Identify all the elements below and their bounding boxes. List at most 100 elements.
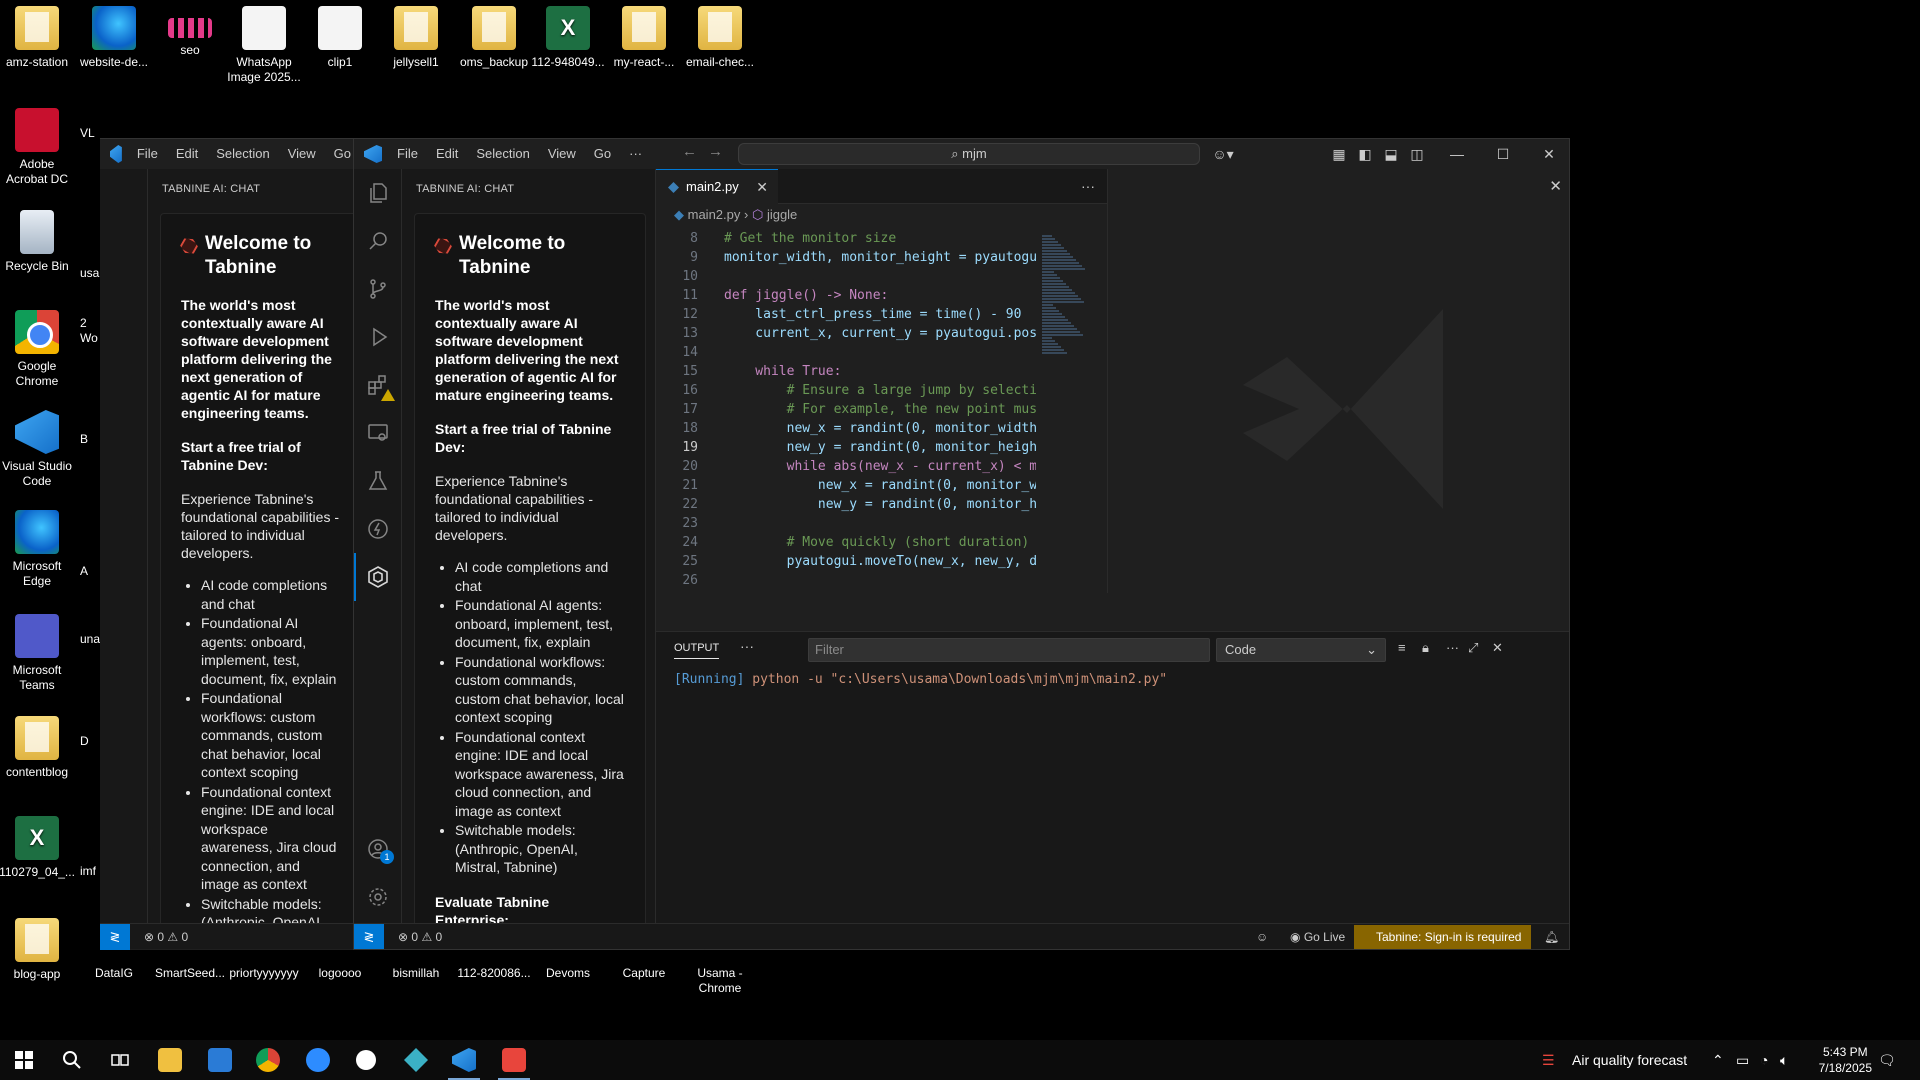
tabnine-status[interactable]: Tabnine: Sign-in is required xyxy=(1354,925,1532,949)
menu-view[interactable]: View xyxy=(539,139,585,169)
forward-arrow-icon[interactable]: → xyxy=(708,143,723,160)
menu-selection[interactable]: Selection xyxy=(467,139,538,169)
start-button[interactable] xyxy=(0,1040,48,1080)
breadcrumb-file[interactable]: main2.py xyxy=(688,207,741,222)
desktop-icon[interactable]: 110279_04_... xyxy=(0,816,75,880)
anydesk-taskbar-icon[interactable] xyxy=(490,1040,538,1080)
network-icon[interactable]: ◔ xyxy=(1760,1040,1768,1080)
code-line[interactable]: 17 # For example, the new point must xyxy=(656,400,1036,419)
accounts-icon[interactable]: 1 xyxy=(366,837,394,864)
air-quality-icon[interactable]: ☰ xyxy=(1542,1040,1555,1080)
show-hidden-icons[interactable]: ⌃ xyxy=(1712,1040,1724,1080)
store-icon[interactable] xyxy=(196,1040,244,1080)
desktop-icon[interactable]: 112-948049... xyxy=(530,6,606,70)
panel-more-actions-icon[interactable]: ··· xyxy=(1446,640,1459,655)
search-taskbar-icon[interactable] xyxy=(48,1040,96,1080)
toggle-panel-icon[interactable]: ⬓ xyxy=(1378,139,1404,169)
toggle-sidebar-icon[interactable]: ◧ xyxy=(1352,139,1378,169)
desktop-icon[interactable]: Visual Studio Code xyxy=(0,410,75,489)
code-line[interactable]: 13 current_x, current_y = pyautogui.posi… xyxy=(656,324,1036,343)
desktop-icon[interactable]: my-react-... xyxy=(606,6,682,70)
settings-gear-icon[interactable] xyxy=(366,885,390,909)
desktop-icon[interactable]: blog-app xyxy=(0,918,75,982)
code-line[interactable]: 22 new_y = randint(0, monitor_h xyxy=(656,495,1036,514)
desktop-icon[interactable]: jellysell1 xyxy=(378,6,454,70)
breadcrumb[interactable]: ◆ main2.py › ⬡ jiggle xyxy=(674,207,797,223)
breadcrumb-symbol[interactable]: jiggle xyxy=(767,207,797,222)
clear-output-icon[interactable]: ≡ xyxy=(1398,640,1406,655)
desktop-icon[interactable]: DataIG xyxy=(76,966,152,981)
output-filter-input[interactable]: Filter xyxy=(808,638,1210,662)
menu-go[interactable]: Go xyxy=(585,139,620,169)
desktop-icon[interactable]: Microsoft Teams xyxy=(0,614,75,693)
lock-scroll-icon[interactable]: 🔒︎ xyxy=(1422,640,1429,656)
editor-more-actions[interactable]: ··· xyxy=(1081,169,1095,203)
desktop-icon[interactable]: seo xyxy=(152,6,228,58)
code-line[interactable]: 14 xyxy=(656,343,1036,362)
code-line[interactable]: 27 # Update current position xyxy=(656,590,1036,593)
battery-icon[interactable]: ▭ xyxy=(1736,1040,1749,1080)
desktop-icon[interactable]: oms_backup xyxy=(456,6,532,70)
volume-icon[interactable]: 🔈︎ xyxy=(1780,1040,1788,1080)
code-line[interactable]: 21 new_x = randint(0, monitor_w xyxy=(656,476,1036,495)
desktop-icon[interactable]: contentblog xyxy=(0,716,75,780)
code-line[interactable]: 9 monitor_width, monitor_height = pyautog… xyxy=(656,248,1036,267)
desktop-icon[interactable]: Recycle Bin xyxy=(0,210,75,274)
problems-status[interactable]: ⊗ 0 ⚠ 0 xyxy=(398,924,442,949)
menu-edit[interactable]: Edit xyxy=(427,139,467,169)
lightning-icon[interactable] xyxy=(366,517,390,541)
desktop-icon[interactable]: Devoms xyxy=(530,966,606,981)
desktop-icon[interactable]: priortyyyyyyy xyxy=(226,966,302,981)
task-view-icon[interactable] xyxy=(96,1040,144,1080)
notification-center-icon[interactable]: 🗨︎ xyxy=(1878,1040,1896,1080)
code-line[interactable]: 18 new_x = randint(0, monitor_width xyxy=(656,419,1036,438)
testing-flask-icon[interactable] xyxy=(366,469,390,493)
tabnine-chat-icon[interactable] xyxy=(366,565,390,589)
back-remote-button[interactable]: ≷ xyxy=(100,924,130,950)
explorer-icon[interactable] xyxy=(366,181,390,205)
close-panel-icon[interactable]: ✕ xyxy=(1492,640,1503,656)
back-menu-file[interactable]: File xyxy=(128,139,167,169)
desktop-icon[interactable]: 112-820086... xyxy=(456,966,532,981)
desktop-icon[interactable]: amz-station xyxy=(0,6,75,70)
close-window-button[interactable]: ✕ xyxy=(1526,139,1569,169)
code-line[interactable]: 8 # Get the monitor size xyxy=(656,229,1036,248)
copilot-status-icon[interactable]: ☺ xyxy=(1256,924,1268,949)
desktop-icon[interactable]: Adobe Acrobat DC xyxy=(0,108,75,187)
command-center-search[interactable]: ⌕ mjm xyxy=(738,143,1200,165)
app2-taskbar-icon[interactable] xyxy=(392,1040,440,1080)
desktop-icon[interactable]: Usama - Chrome xyxy=(682,966,758,996)
code-line[interactable]: 19 new_y = randint(0, monitor_height xyxy=(656,438,1036,457)
remote-explorer-icon[interactable] xyxy=(366,421,390,445)
maximize-button[interactable]: ☐ xyxy=(1480,139,1526,169)
zoom-taskbar-icon[interactable] xyxy=(294,1040,342,1080)
back-menu-edit[interactable]: Edit xyxy=(167,139,207,169)
code-line[interactable]: 15 while True: xyxy=(656,362,1036,381)
desktop-icon[interactable]: WhatsApp Image 2025... xyxy=(226,6,302,85)
code-line[interactable]: 16 # Ensure a large jump by selecting xyxy=(656,381,1036,400)
background-vscode-window[interactable]: File Edit Selection View Go TABNINE AI: … xyxy=(100,138,360,950)
tab-output[interactable]: OUTPUT xyxy=(674,642,720,659)
app-taskbar-icon[interactable] xyxy=(342,1040,390,1080)
copilot-icon[interactable]: ☺▾ xyxy=(1208,139,1238,169)
source-control-icon[interactable] xyxy=(366,277,390,301)
code-line[interactable]: 26 xyxy=(656,571,1036,590)
file-explorer-icon[interactable] xyxy=(146,1040,194,1080)
menu-file[interactable]: File xyxy=(388,139,427,169)
tab-main2-py[interactable]: main2.py ✕ xyxy=(656,169,778,204)
code-line[interactable]: 25 pyautogui.moveTo(new_x, new_y, du xyxy=(656,552,1036,571)
vscode-taskbar-icon[interactable] xyxy=(440,1040,488,1080)
code-line[interactable]: 24 # Move quickly (short duration) xyxy=(656,533,1036,552)
code-line[interactable]: 23 xyxy=(656,514,1036,533)
code-line[interactable]: 20 while abs(new_x - current_x) < mo xyxy=(656,457,1036,476)
code-line[interactable]: 12 last_ctrl_press_time = time() - 90 xyxy=(656,305,1036,324)
back-arrow-icon[interactable]: ← xyxy=(682,143,697,160)
maximize-panel-icon[interactable]: ⤢ xyxy=(1468,640,1478,656)
clock[interactable]: 5:43 PM 7/18/2025 xyxy=(1819,1044,1872,1076)
code-editor[interactable]: 8 # Get the monitor size 9 monitor_width, m… xyxy=(656,229,1036,593)
code-line[interactable]: 10 xyxy=(656,267,1036,286)
desktop-icon[interactable]: Microsoft Edge xyxy=(0,510,75,589)
desktop-icon[interactable]: email-chec... xyxy=(682,6,758,70)
close-secondary-icon[interactable]: ✕ xyxy=(1549,177,1562,195)
air-quality-text[interactable]: Air quality forecast xyxy=(1572,1040,1687,1080)
